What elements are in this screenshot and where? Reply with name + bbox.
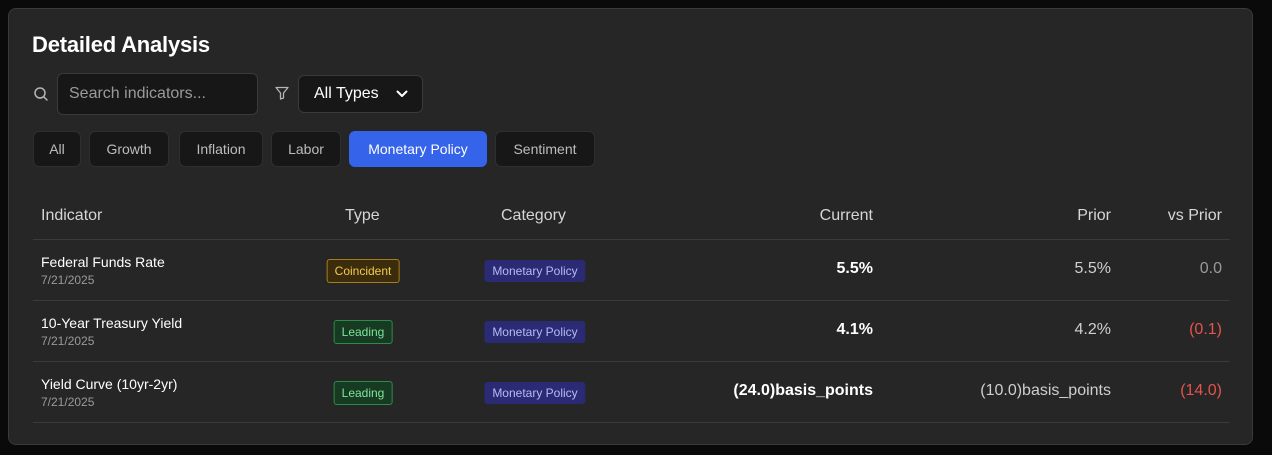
indicator-name: Yield Curve (10yr-2yr) xyxy=(41,376,178,392)
vs-prior-value: 0.0 xyxy=(1199,260,1222,277)
tab-labor[interactable]: Labor xyxy=(271,131,341,167)
category-badge: Monetary Policy xyxy=(484,321,586,343)
prior-value: (10.0)basis_points xyxy=(980,382,1111,399)
indicators-table: Indicator Type Category Current Prior vs… xyxy=(33,197,1230,423)
table-header: Indicator Type Category Current Prior vs… xyxy=(33,197,1230,240)
header-category: Category xyxy=(501,207,566,224)
chevron-down-icon xyxy=(396,90,408,97)
type-badge: Leading xyxy=(333,320,393,344)
indicator-name: Federal Funds Rate xyxy=(41,254,165,270)
header-type: Type xyxy=(345,207,380,224)
header-indicator: Indicator xyxy=(41,207,103,224)
current-value: (24.0)basis_points xyxy=(733,382,873,399)
table-row[interactable]: Federal Funds Rate 7/21/2025 Coincident … xyxy=(33,240,1230,301)
type-badge: Leading xyxy=(333,381,393,405)
indicator-date: 7/21/2025 xyxy=(41,334,95,348)
vs-prior-value: (14.0) xyxy=(1180,382,1222,399)
filter-icon xyxy=(275,86,289,100)
vs-prior-value: (0.1) xyxy=(1189,321,1222,338)
type-filter-value: All Types xyxy=(314,85,379,102)
current-value: 4.1% xyxy=(836,321,873,338)
category-badge: Monetary Policy xyxy=(484,260,586,282)
header-current: Current xyxy=(819,207,873,224)
indicator-date: 7/21/2025 xyxy=(41,395,95,409)
tab-growth[interactable]: Growth xyxy=(89,131,169,167)
header-vs-prior: vs Prior xyxy=(1167,207,1222,224)
indicator-name: 10-Year Treasury Yield xyxy=(41,315,183,331)
tab-all[interactable]: All xyxy=(33,131,81,167)
detailed-analysis-panel: Detailed Analysis All Types All Growth I… xyxy=(8,8,1253,445)
search-icon xyxy=(34,87,48,101)
page-title: Detailed Analysis xyxy=(32,32,210,57)
table-row[interactable]: Yield Curve (10yr-2yr) 7/21/2025 Leading… xyxy=(33,362,1230,423)
current-value: 5.5% xyxy=(836,260,873,277)
type-filter-select[interactable]: All Types xyxy=(298,75,423,113)
type-badge: Coincident xyxy=(326,259,400,283)
tab-sentiment[interactable]: Sentiment xyxy=(495,131,595,167)
table-row[interactable]: 10-Year Treasury Yield 7/21/2025 Leading… xyxy=(33,301,1230,362)
tab-monetary-policy[interactable]: Monetary Policy xyxy=(349,131,487,167)
header-prior: Prior xyxy=(1077,207,1111,224)
category-badge: Monetary Policy xyxy=(484,382,586,404)
prior-value: 5.5% xyxy=(1074,260,1111,277)
search-input[interactable] xyxy=(57,73,258,115)
prior-value: 4.2% xyxy=(1074,321,1111,338)
indicator-date: 7/21/2025 xyxy=(41,273,95,287)
tab-inflation[interactable]: Inflation xyxy=(179,131,263,167)
